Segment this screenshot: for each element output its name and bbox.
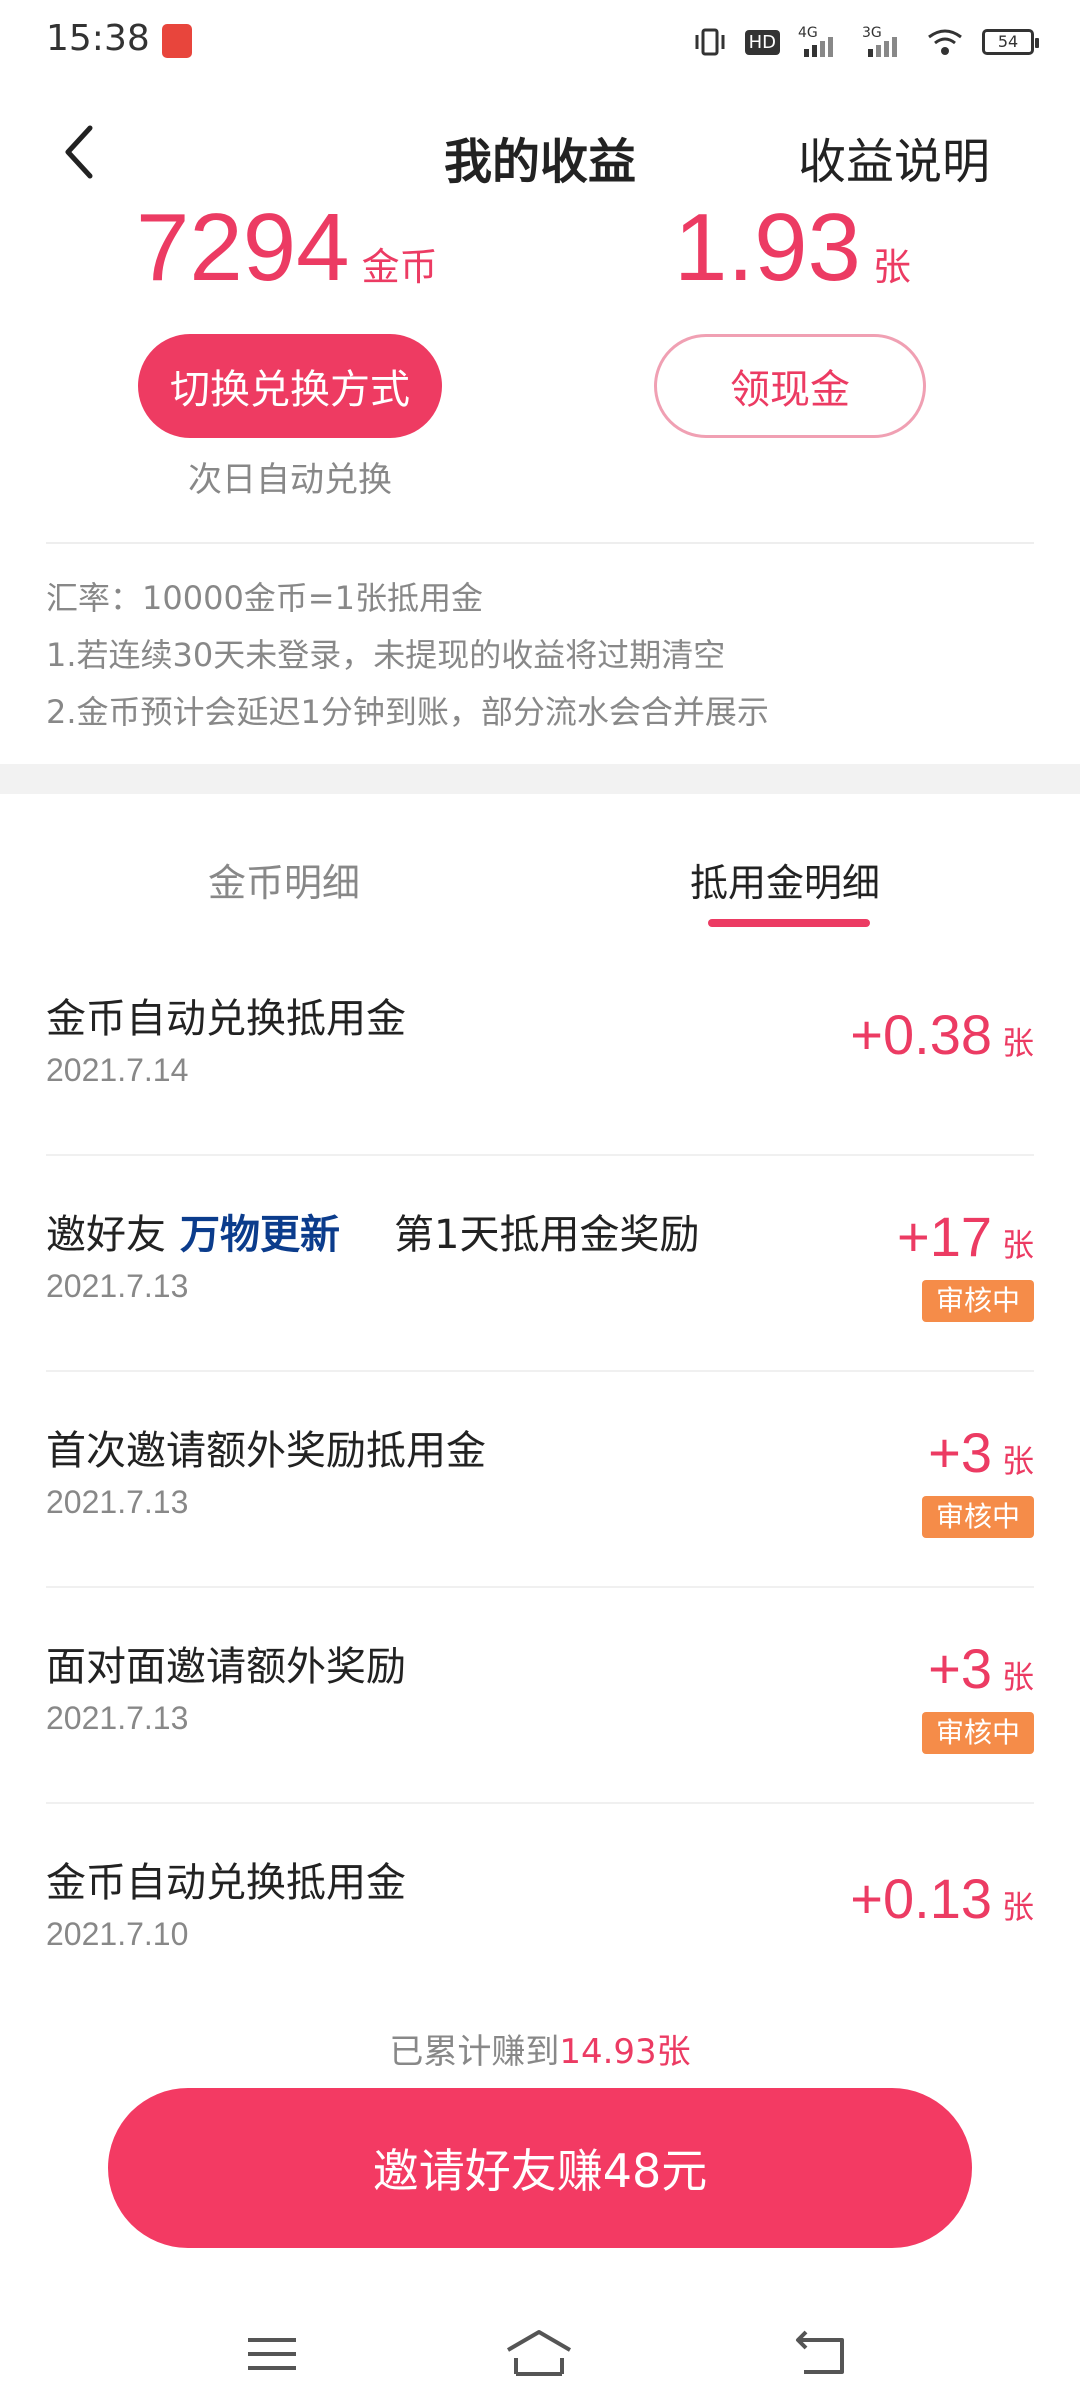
record-title-suffix: 第1天抵用金奖励: [394, 1212, 700, 1258]
status-time: 15:38: [46, 18, 150, 59]
record-title: 金币自动兑换抵用金: [46, 1860, 406, 1906]
total-earned-value: 14.93张: [559, 2032, 691, 2072]
record-date: 2021.7.13: [46, 1700, 189, 1736]
record-title-prefix: 邀好友: [46, 1212, 166, 1258]
menu-icon[interactable]: [242, 2324, 302, 2384]
amount-unit: 张: [1001, 1226, 1034, 1264]
list-item[interactable]: 金币自动兑换抵用金 2021.7.14 + 0.38 张: [46, 940, 1034, 1156]
svg-text:4G: 4G: [798, 25, 818, 41]
record-title-highlight: 万物更新: [180, 1212, 340, 1258]
rules-notes: 汇率：10000金币=1张抵用金 1.若连续30天未登录，未提现的收益将过期清空…: [46, 570, 1046, 741]
amount-unit: 张: [1001, 1024, 1034, 1062]
invite-friends-button[interactable]: 邀请好友赚48元: [108, 2088, 972, 2248]
record-amount: + 17 张: [897, 1204, 1034, 1269]
tab-voucher-details[interactable]: 抵用金明细: [690, 852, 880, 907]
signal-4g-icon: 4G: [798, 25, 833, 57]
list-item[interactable]: 金币自动兑换抵用金 2021.7.10 + 0.13 张: [46, 1804, 1034, 2020]
divider: [46, 542, 1034, 544]
coin-balance: 7294 金币: [136, 200, 438, 296]
active-tab-indicator: [708, 919, 870, 927]
amount-value: 0.13: [882, 1867, 992, 1930]
amount-value: 17: [929, 1205, 992, 1268]
record-date: 2021.7.13: [46, 1484, 189, 1520]
signal-3g-icon: 3G: [862, 25, 897, 57]
total-earned: 已累计赚到14.93张: [0, 2024, 1080, 2073]
record-title: 面对面邀请额外奖励: [46, 1644, 406, 1690]
amount-unit: 张: [1001, 1658, 1034, 1696]
amount-sign: +: [850, 1003, 883, 1066]
amount-value: 0.38: [882, 1003, 992, 1066]
withdraw-cash-button[interactable]: 领现金: [654, 334, 926, 438]
amount-sign: +: [928, 1637, 961, 1700]
voucher-balance-value: 1.93: [674, 194, 861, 301]
switch-exchange-button[interactable]: 切换兑换方式: [138, 334, 442, 438]
nav-back-icon[interactable]: [792, 2324, 852, 2384]
voucher-balance: 1.93 张: [674, 200, 911, 296]
system-nav-bar: [0, 2300, 1080, 2408]
section-divider: [0, 764, 1080, 794]
status-badge: 审核中: [921, 1280, 1034, 1322]
home-icon[interactable]: [504, 2324, 574, 2384]
tab-coin-details[interactable]: 金币明细: [208, 852, 360, 907]
amount-unit: 张: [1001, 1888, 1034, 1926]
record-title: 首次邀请额外奖励抵用金: [46, 1428, 486, 1474]
status-badge: 审核中: [921, 1712, 1034, 1754]
amount-value: 3: [960, 1637, 992, 1700]
amount-value: 3: [960, 1421, 992, 1484]
wifi-icon: [928, 29, 962, 55]
record-amount: + 3 张: [928, 1420, 1034, 1485]
status-bar: 15:38 HD 4G 3G 54: [0, 0, 1080, 84]
amount-sign: +: [850, 1867, 883, 1930]
expiry-note: 1.若连续30天未登录，未提现的收益将过期清空: [46, 636, 726, 674]
svg-text:3G: 3G: [862, 25, 882, 41]
record-date: 2021.7.10: [46, 1916, 189, 1952]
app-notification-icon: [162, 24, 192, 58]
coin-balance-value: 7294: [136, 194, 350, 301]
amount-sign: +: [928, 1421, 961, 1484]
list-item[interactable]: 邀好友 万物更新 第1天抵用金奖励 2021.7.13 + 17 张 审核中: [46, 1156, 1034, 1372]
voucher-record-list: 金币自动兑换抵用金 2021.7.14 + 0.38 张 邀好友 万物更新 第1天抵…: [46, 940, 1034, 2020]
record-date: 2021.7.14: [46, 1052, 189, 1088]
list-item[interactable]: 首次邀请额外奖励抵用金 2021.7.13 + 3 张 审核中: [46, 1372, 1034, 1588]
amount-sign: +: [896, 1205, 930, 1268]
status-icons: HD 4G 3G 54: [693, 22, 1039, 62]
delay-note: 2.金币预计会延迟1分钟到账，部分流水会合并展示: [46, 693, 769, 731]
battery-icon: 54: [982, 29, 1039, 55]
record-date: 2021.7.13: [46, 1268, 189, 1304]
total-earned-label: 已累计赚到: [389, 2032, 560, 2072]
record-amount: + 3 张: [928, 1636, 1034, 1701]
coin-balance-unit: 金币: [361, 245, 438, 289]
status-badge: 审核中: [921, 1496, 1034, 1538]
record-amount: + 0.38 张: [850, 1002, 1034, 1067]
record-title: 邀好友 万物更新 第1天抵用金奖励: [46, 1202, 699, 1260]
record-amount: + 0.13 张: [850, 1866, 1034, 1931]
voucher-balance-unit: 张: [872, 245, 911, 289]
earnings-explanation-link[interactable]: 收益说明: [798, 122, 990, 192]
vibrate-icon: [695, 28, 725, 56]
amount-unit: 张: [1001, 1442, 1034, 1480]
list-item[interactable]: 面对面邀请额外奖励 2021.7.13 + 3 张 审核中: [46, 1588, 1034, 1804]
hd-icon: HD: [744, 29, 780, 55]
record-title: 金币自动兑换抵用金: [46, 996, 406, 1042]
exchange-rate-note: 汇率：10000金币=1张抵用金: [46, 579, 483, 617]
auto-exchange-note: 次日自动兑换: [188, 460, 392, 500]
